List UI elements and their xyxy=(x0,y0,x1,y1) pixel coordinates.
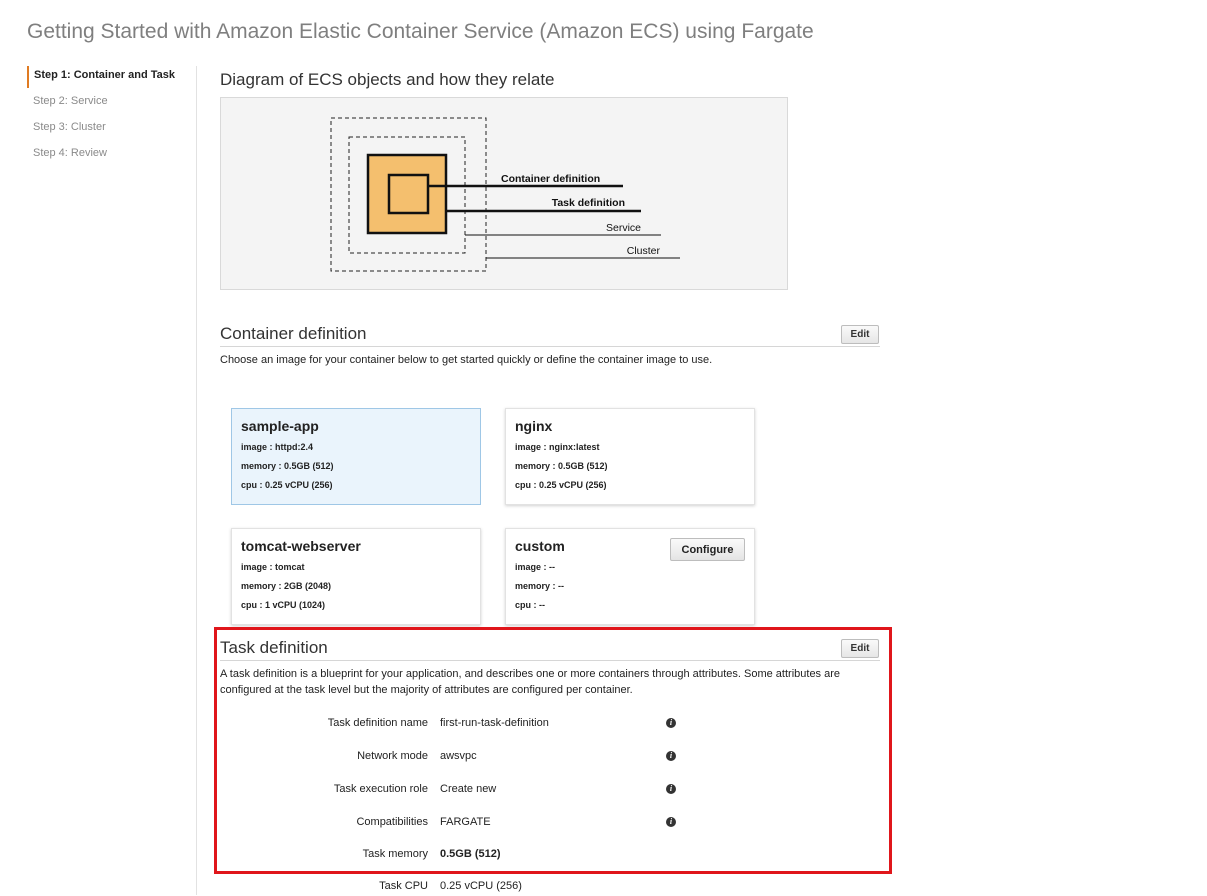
field-task-definition-name: Task definition name first-run-task-defi… xyxy=(220,717,880,733)
field-value: 0.5GB (512) xyxy=(440,848,501,860)
field-compatibilities: Compatibilities FARGATE i xyxy=(220,816,880,832)
ecs-diagram-graphic: Container definition Task definition Ser… xyxy=(330,117,680,272)
info-icon[interactable]: i xyxy=(666,718,676,728)
image-card-custom[interactable]: custom image : -- memory : -- cpu : -- C… xyxy=(505,528,755,625)
task-definition-description: A task definition is a blueprint for you… xyxy=(220,668,841,696)
wizard-steps: Step 1: Container and Task Step 2: Servi… xyxy=(27,66,193,170)
image-card-nginx[interactable]: nginx image : nginx:latest memory : 0.5G… xyxy=(505,408,755,505)
field-value: Create new xyxy=(440,783,497,795)
info-icon[interactable]: i xyxy=(666,817,676,827)
card-title: nginx xyxy=(515,418,553,434)
field-value: first-run-task-definition xyxy=(440,717,549,729)
field-task-memory: Task memory 0.5GB (512) xyxy=(220,848,880,864)
label-cluster: Cluster xyxy=(627,245,661,257)
field-label: Compatibilities xyxy=(356,816,428,828)
image-card-tomcat-webserver[interactable]: tomcat-webserver image : tomcat memory :… xyxy=(231,528,481,625)
field-label: Task CPU xyxy=(379,880,428,892)
container-definition-description: Choose an image for your container below… xyxy=(220,354,713,366)
step-1-container-and-task[interactable]: Step 1: Container and Task xyxy=(27,66,193,88)
task-definition-edit-button[interactable]: Edit xyxy=(841,639,879,658)
card-cpu: cpu : -- xyxy=(515,600,545,610)
card-image: image : tomcat xyxy=(241,562,305,572)
card-cpu: cpu : 0.25 vCPU (256) xyxy=(515,480,607,490)
image-card-sample-app[interactable]: sample-app image : httpd:2.4 memory : 0.… xyxy=(231,408,481,505)
field-value: 0.25 vCPU (256) xyxy=(440,880,522,892)
label-task-definition: Task definition xyxy=(552,197,625,209)
card-memory: memory : 2GB (2048) xyxy=(241,581,332,591)
card-image: image : httpd:2.4 xyxy=(241,442,314,452)
ecs-diagram: Container definition Task definition Ser… xyxy=(220,97,788,290)
card-title: tomcat-webserver xyxy=(241,538,361,554)
field-label: Network mode xyxy=(357,750,428,762)
task-definition-heading: Task definition xyxy=(220,638,328,657)
field-network-mode: Network mode awsvpc i xyxy=(220,750,880,766)
card-title: sample-app xyxy=(241,418,319,434)
step-3-cluster[interactable]: Step 3: Cluster xyxy=(27,118,193,140)
card-cpu: cpu : 1 vCPU (1024) xyxy=(241,600,326,610)
container-box xyxy=(387,173,430,215)
step-2-service[interactable]: Step 2: Service xyxy=(27,92,193,114)
field-task-cpu: Task CPU 0.25 vCPU (256) xyxy=(220,880,880,896)
diagram-heading: Diagram of ECS objects and how they rela… xyxy=(220,70,555,89)
card-cpu: cpu : 0.25 vCPU (256) xyxy=(241,480,333,490)
field-label: Task execution role xyxy=(333,783,428,795)
card-memory: memory : -- xyxy=(515,581,565,591)
field-value: awsvpc xyxy=(440,750,477,762)
field-label: Task definition name xyxy=(327,717,428,729)
configure-button[interactable]: Configure xyxy=(670,538,745,561)
card-image: image : -- xyxy=(515,562,556,572)
field-value: FARGATE xyxy=(440,816,491,828)
field-task-execution-role: Task execution role Create new i xyxy=(220,783,880,799)
container-definition-heading: Container definition xyxy=(220,324,367,343)
label-container-definition: Container definition xyxy=(501,173,600,185)
card-memory: memory : 0.5GB (512) xyxy=(241,461,334,471)
container-definition-rule xyxy=(220,346,880,347)
label-service: Service xyxy=(606,222,641,234)
info-icon[interactable]: i xyxy=(666,784,676,794)
sidebar-divider xyxy=(196,66,197,895)
page-title: Getting Started with Amazon Elastic Cont… xyxy=(27,20,814,43)
card-memory: memory : 0.5GB (512) xyxy=(515,461,608,471)
card-image: image : nginx:latest xyxy=(515,442,600,452)
container-definition-edit-button[interactable]: Edit xyxy=(841,325,879,344)
step-4-review[interactable]: Step 4: Review xyxy=(27,144,193,166)
task-definition-rule xyxy=(220,660,880,661)
field-label: Task memory xyxy=(362,848,428,860)
info-icon[interactable]: i xyxy=(666,751,676,761)
